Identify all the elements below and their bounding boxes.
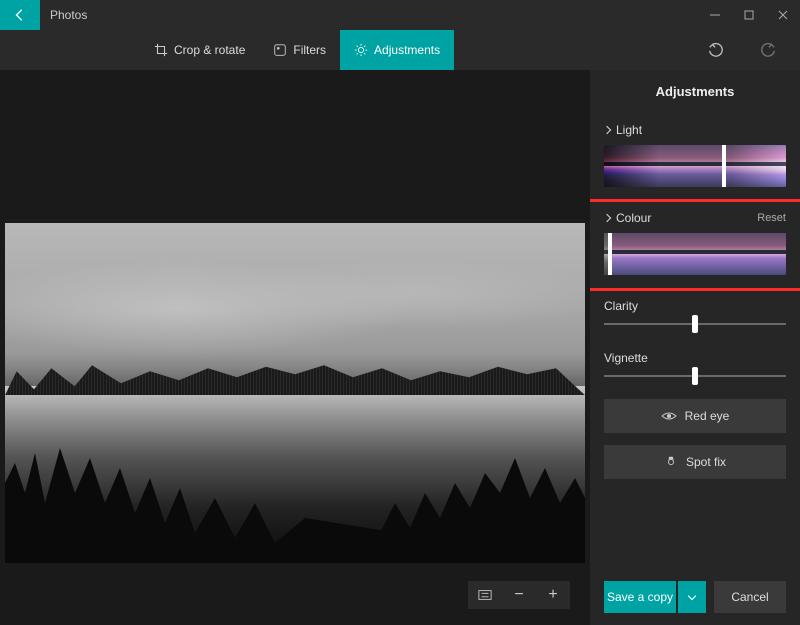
colour-label: Colour — [616, 211, 651, 225]
crop-label: Crop & rotate — [174, 43, 245, 57]
save-copy-button[interactable]: Save a copy — [604, 581, 676, 613]
spot-fix-label: Spot fix — [686, 455, 726, 469]
vignette-section: Vignette — [590, 341, 800, 393]
cancel-button[interactable]: Cancel — [714, 581, 786, 613]
chevron-right-icon — [603, 126, 611, 134]
back-button[interactable] — [0, 0, 40, 30]
window-controls — [698, 0, 800, 30]
redo-button[interactable] — [756, 38, 780, 62]
light-label: Light — [616, 123, 642, 137]
titlebar: Photos — [0, 0, 800, 30]
close-button[interactable] — [766, 0, 800, 30]
spot-fix-button[interactable]: Spot fix — [604, 445, 786, 479]
adjustments-sidebar: Adjustments Light Colour Reset Cla — [590, 70, 800, 625]
eye-icon — [661, 410, 677, 422]
save-dropdown-button[interactable] — [678, 581, 706, 613]
undo-button[interactable] — [704, 38, 728, 62]
clarity-slider[interactable] — [604, 323, 786, 325]
crop-icon — [154, 43, 168, 57]
red-eye-label: Red eye — [685, 409, 730, 423]
colour-thumbnail-slider[interactable] — [604, 233, 786, 275]
adjustments-icon — [354, 43, 368, 57]
zoom-in-button[interactable]: + — [536, 581, 570, 609]
fit-screen-button[interactable] — [468, 581, 502, 609]
cancel-label: Cancel — [731, 590, 768, 604]
chevron-right-icon — [603, 214, 611, 222]
colour-section[interactable]: Colour Reset — [590, 201, 800, 289]
filters-label: Filters — [293, 43, 326, 57]
filters-icon — [273, 43, 287, 57]
app-title: Photos — [50, 8, 87, 22]
main-image[interactable] — [5, 223, 585, 563]
crop-rotate-tab[interactable]: Crop & rotate — [140, 30, 259, 70]
filters-tab[interactable]: Filters — [259, 30, 340, 70]
zoom-controls: − + — [468, 581, 570, 609]
save-label: Save a copy — [607, 590, 673, 604]
vignette-label: Vignette — [604, 351, 786, 365]
bottom-action-bar: Save a copy Cancel — [590, 569, 800, 625]
adjustments-label: Adjustments — [374, 43, 440, 57]
maximize-button[interactable] — [732, 0, 766, 30]
light-section[interactable]: Light — [590, 113, 800, 201]
chevron-down-icon — [688, 591, 696, 599]
canvas-area: − + — [0, 70, 590, 625]
clarity-label: Clarity — [604, 299, 786, 313]
vignette-slider[interactable] — [604, 375, 786, 377]
clarity-section: Clarity — [590, 289, 800, 341]
toolbar: Crop & rotate Filters Adjustments — [0, 30, 800, 70]
zoom-out-button[interactable]: − — [502, 581, 536, 609]
red-eye-button[interactable]: Red eye — [604, 399, 786, 433]
adjustments-tab[interactable]: Adjustments — [340, 30, 454, 70]
light-thumbnail-slider[interactable] — [604, 145, 786, 187]
spotfix-icon — [664, 455, 678, 469]
sidebar-title: Adjustments — [590, 70, 800, 113]
colour-reset-link[interactable]: Reset — [757, 212, 786, 224]
minimize-button[interactable] — [698, 0, 732, 30]
